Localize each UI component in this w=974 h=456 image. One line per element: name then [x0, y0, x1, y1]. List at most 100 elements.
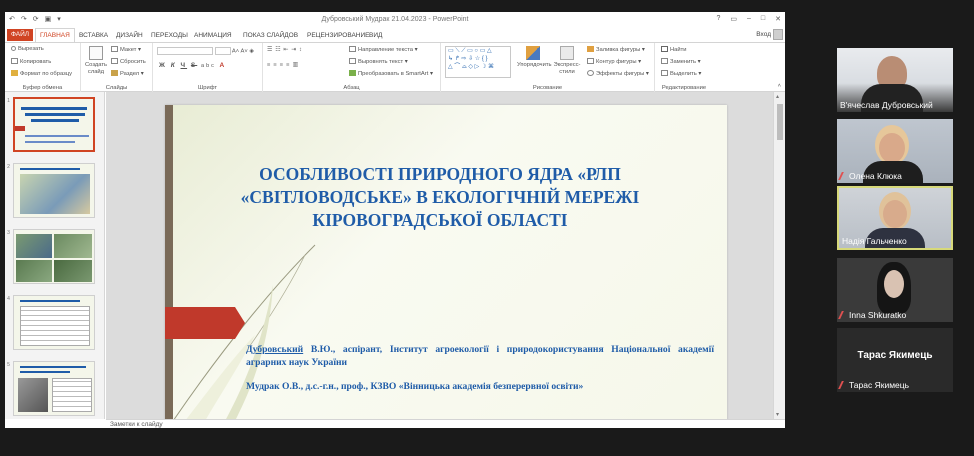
- shape-outline-button[interactable]: Контур фигуры ▾: [587, 58, 641, 65]
- find-button[interactable]: Найти: [661, 46, 687, 53]
- italic-button[interactable]: К: [171, 62, 177, 69]
- section-button[interactable]: Раздел ▾: [111, 70, 144, 77]
- notes-pane[interactable]: Заметки к слайду: [106, 419, 785, 428]
- layout-button[interactable]: Макет ▾: [111, 46, 141, 53]
- participant-tile[interactable]: Тарас Якимець Тарас Якимець: [837, 328, 953, 392]
- author-1-details: В.Ю., аспірант, Інститут агроекології і …: [246, 344, 714, 368]
- thumb-accent-arrow: [15, 126, 25, 131]
- slide-thumbnail-1[interactable]: [13, 97, 95, 152]
- tab-review[interactable]: РЕЦЕНЗИРОВАНИЕ: [303, 30, 374, 41]
- close-icon[interactable]: ✕: [775, 15, 781, 23]
- author-2-text[interactable]: Мудрак О.В., д.с.-г.н., проф., КЗВО «Він…: [246, 380, 716, 393]
- text-direction-icon: [349, 46, 356, 52]
- tab-home[interactable]: ГЛАВНАЯ: [35, 28, 75, 42]
- slide-number: 1: [7, 98, 10, 104]
- shape-fill-button[interactable]: Заливка фигуры ▾: [587, 46, 645, 53]
- bold-button[interactable]: Ж: [159, 62, 167, 69]
- select-button[interactable]: Выделить ▾: [661, 70, 701, 77]
- slide-thumbnail-4[interactable]: [13, 295, 95, 350]
- tab-view[interactable]: ВИД: [365, 30, 386, 41]
- sign-in-link[interactable]: Вход: [756, 31, 771, 38]
- align-text-button[interactable]: Выровнять текст ▾: [349, 58, 408, 65]
- font-family-select[interactable]: [157, 47, 213, 55]
- tab-slideshow[interactable]: ПОКАЗ СЛАЙДОВ: [239, 30, 302, 41]
- cut-button[interactable]: Вырезать: [11, 46, 44, 52]
- thumb-text-line: [20, 366, 86, 368]
- participant-name-row: Олена Клюка: [838, 171, 902, 181]
- deco-leaf: [185, 335, 255, 421]
- minimize-icon[interactable]: –: [747, 15, 751, 23]
- account-avatar[interactable]: [773, 29, 783, 40]
- thumb-table: [52, 378, 92, 412]
- line-spacing-icon[interactable]: ↕: [299, 47, 305, 53]
- layout-icon: [111, 46, 118, 52]
- shape-effects-button[interactable]: Эффекты фигуры ▾: [587, 70, 649, 77]
- slide-title[interactable]: ОСОБЛИВОСТІ ПРИРОДНОГО ЯДРА «РЛП «СВІТЛО…: [195, 163, 685, 232]
- clear-formatting-icon[interactable]: ◈: [249, 49, 253, 55]
- current-slide[interactable]: ОСОБЛИВОСТІ ПРИРОДНОГО ЯДРА «РЛП «СВІТЛО…: [165, 105, 727, 421]
- collapse-ribbon-icon[interactable]: ˄: [778, 83, 781, 89]
- character-spacing-button[interactable]: abc: [201, 63, 216, 69]
- text-direction-button[interactable]: Направление текста ▾: [349, 46, 417, 53]
- slide-thumbnail-5[interactable]: [13, 361, 95, 416]
- thumb-title-bar: [21, 107, 87, 110]
- slide-thumbnail-2[interactable]: [13, 163, 95, 218]
- ribbon-home: Вырезать Копировать Формат по образцу Бу…: [5, 42, 785, 92]
- slide-number: 2: [7, 164, 10, 170]
- increase-indent-icon[interactable]: ⇥: [291, 47, 299, 53]
- thumb-text-line: [20, 168, 80, 170]
- participant-tile-active-speaker[interactable]: Надія Гальченко: [837, 186, 953, 250]
- replace-button[interactable]: Заменить ▾: [661, 58, 701, 65]
- group-label: Рисование: [532, 85, 563, 91]
- format-painter-button[interactable]: Формат по образцу: [11, 70, 72, 77]
- arrange-button[interactable]: Упорядочить: [517, 46, 552, 68]
- new-slide-icon: [89, 46, 103, 60]
- group-clipboard: Вырезать Копировать Формат по образцу Бу…: [5, 43, 81, 92]
- scissors-icon: [11, 46, 16, 51]
- participant-tile[interactable]: Inna Shkuratko: [837, 258, 953, 322]
- shrink-font-icon[interactable]: A˅: [240, 49, 247, 55]
- quick-styles-button[interactable]: Экспресс-стили: [551, 46, 583, 76]
- tab-animation[interactable]: АНИМАЦИЯ: [190, 30, 236, 41]
- muted-mic-icon: [838, 172, 849, 180]
- grow-font-icon[interactable]: A˄: [232, 49, 239, 55]
- author-1-text[interactable]: Дубровський В.Ю., аспірант, Інститут агр…: [246, 343, 714, 369]
- tab-transitions[interactable]: ПЕРЕХОДЫ: [147, 30, 192, 41]
- thumb-text-line: [25, 141, 75, 143]
- reset-button[interactable]: Сбросить: [111, 58, 146, 65]
- slide-thumbnail-3[interactable]: [13, 229, 95, 284]
- tab-insert[interactable]: ВСТАВКА: [75, 30, 112, 41]
- slide-number: 4: [7, 296, 10, 302]
- font-size-select[interactable]: [214, 47, 231, 55]
- slide-number: 3: [7, 230, 10, 236]
- maximize-icon[interactable]: □: [761, 15, 765, 23]
- reset-icon: [111, 58, 118, 64]
- participant-tile[interactable]: Олена Клюка: [837, 119, 953, 183]
- smartart-button[interactable]: Преобразовать в SmartArt ▾: [349, 70, 433, 77]
- scroll-down-icon[interactable]: ▾: [776, 411, 779, 418]
- scrollbar-thumb[interactable]: [777, 104, 783, 140]
- bullets-icon[interactable]: ☰: [267, 47, 275, 53]
- quick-styles-icon: [560, 46, 574, 60]
- select-icon: [661, 70, 668, 76]
- underline-button[interactable]: Ч: [181, 62, 188, 69]
- participant-name: В'ячеслав Дубровський: [840, 100, 933, 110]
- deco-arrow-shape: [165, 307, 245, 339]
- thumb-text-line: [20, 300, 80, 302]
- muted-mic-icon: [838, 311, 849, 319]
- strikethrough-button[interactable]: S: [191, 62, 197, 69]
- slide-number: 5: [7, 362, 10, 368]
- ribbon-display-icon[interactable]: ▭: [730, 15, 737, 23]
- font-color-icon[interactable]: A: [220, 62, 227, 69]
- columns-icon[interactable]: ▥: [293, 62, 301, 68]
- tab-file[interactable]: ФАЙЛ: [7, 29, 34, 41]
- participant-tile[interactable]: В'ячеслав Дубровський: [837, 48, 953, 112]
- tab-design[interactable]: ДИЗАЙН: [112, 30, 147, 41]
- scroll-up-icon[interactable]: ▴: [776, 93, 779, 100]
- copy-button[interactable]: Копировать: [11, 58, 51, 65]
- vertical-scrollbar[interactable]: ▴ ▾: [773, 92, 785, 419]
- help-icon[interactable]: ?: [716, 15, 720, 23]
- shapes-gallery[interactable]: ▭ ⟍ ⟋ ▭ ○ ▭ △ ↳ ↱ ⇨ ⇩ ☆ { } △ ⌒ ⌓ ◇ ▷ ☽ ⌘: [445, 46, 511, 78]
- group-editing: Найти Заменить ▾ Выделить ▾ Редактирован…: [655, 43, 713, 92]
- new-slide-button[interactable]: Создать слайд: [83, 46, 109, 76]
